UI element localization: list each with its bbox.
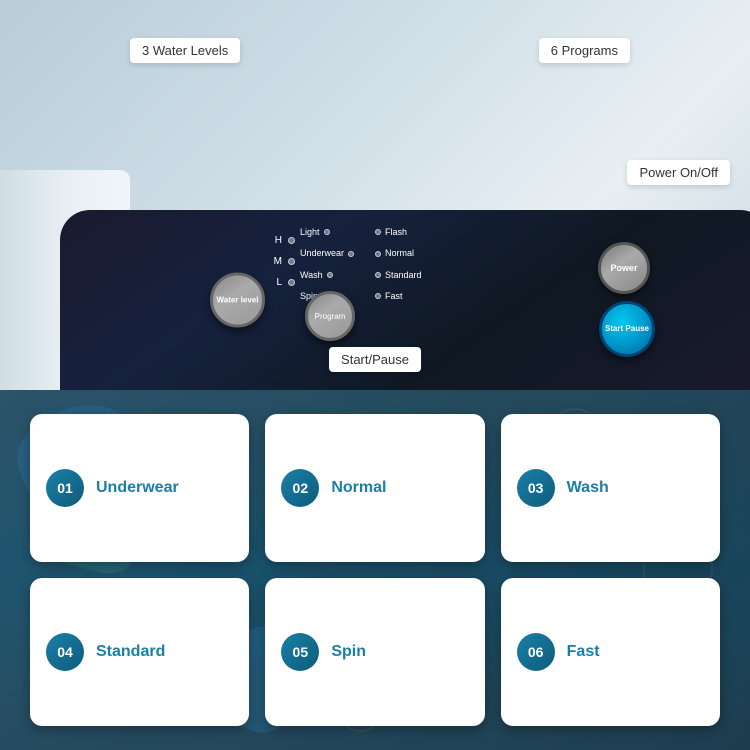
program-card-01: 01 Underwear [30, 414, 249, 562]
prog-label-normal: Normal [375, 246, 422, 260]
power-text: Power On/Off [639, 165, 718, 180]
program-number-05: 05 [281, 633, 319, 671]
program-card-05: 05 Spin [265, 578, 484, 726]
bottom-section: 01 Underwear 02 Normal 03 Wash 04 Standa… [0, 390, 750, 750]
programs-grid: 01 Underwear 02 Normal 03 Wash 04 Standa… [0, 390, 750, 750]
prog-label-fast: Fast [375, 289, 422, 303]
program-number-03: 03 [517, 469, 555, 507]
program-card-03: 03 Wash [501, 414, 720, 562]
program-card-06: 06 Fast [501, 578, 720, 726]
level-row-h: H [270, 235, 295, 246]
annotation-programs: 6 Programs [539, 38, 630, 63]
program-number-06: 06 [517, 633, 555, 671]
prog-label-flash: Flash [375, 225, 422, 239]
level-dot-l [288, 279, 295, 286]
annotation-power: Power On/Off [627, 160, 730, 185]
controls-area: Water level H M L Li [220, 220, 710, 380]
program-name-06: Fast [567, 643, 600, 661]
program-label: Program [315, 312, 346, 321]
prog-label-standard: Standard [375, 268, 422, 282]
water-level-button[interactable]: Water level [210, 273, 265, 328]
level-row-m: M [270, 256, 295, 267]
power-button[interactable]: Power [598, 242, 650, 294]
program-button[interactable]: Program [305, 291, 355, 341]
program-name-01: Underwear [96, 479, 179, 497]
program-name-02: Normal [331, 479, 386, 497]
power-label: Power [610, 263, 637, 273]
water-level-label: Water level [217, 296, 259, 305]
program-number-04: 04 [46, 633, 84, 671]
prog-label-underwear: Underwear [300, 246, 354, 260]
prog-label-wash: Wash [300, 268, 354, 282]
program-number-02: 02 [281, 469, 319, 507]
program-card-02: 02 Normal [265, 414, 484, 562]
prog-label-light: Light [300, 225, 354, 239]
programs-text: 6 Programs [551, 43, 618, 58]
annotation-start: Start/Pause [329, 347, 421, 372]
program-card-04: 04 Standard [30, 578, 249, 726]
annotation-water-levels: 3 Water Levels [130, 38, 240, 63]
top-section: 3 Water Levels 6 Programs Water level H … [0, 0, 750, 390]
program-name-03: Wash [567, 479, 609, 497]
program-name-05: Spin [331, 643, 366, 661]
level-row-l: L [270, 277, 295, 288]
program-name-04: Standard [96, 643, 165, 661]
start-pause-button[interactable]: Start Pause [599, 301, 655, 357]
start-label: Start Pause [605, 324, 649, 334]
program-number-01: 01 [46, 469, 84, 507]
level-dot-m [288, 258, 295, 265]
water-levels-text: 3 Water Levels [142, 43, 228, 58]
start-text: Start/Pause [341, 352, 409, 367]
level-dot-h [288, 237, 295, 244]
